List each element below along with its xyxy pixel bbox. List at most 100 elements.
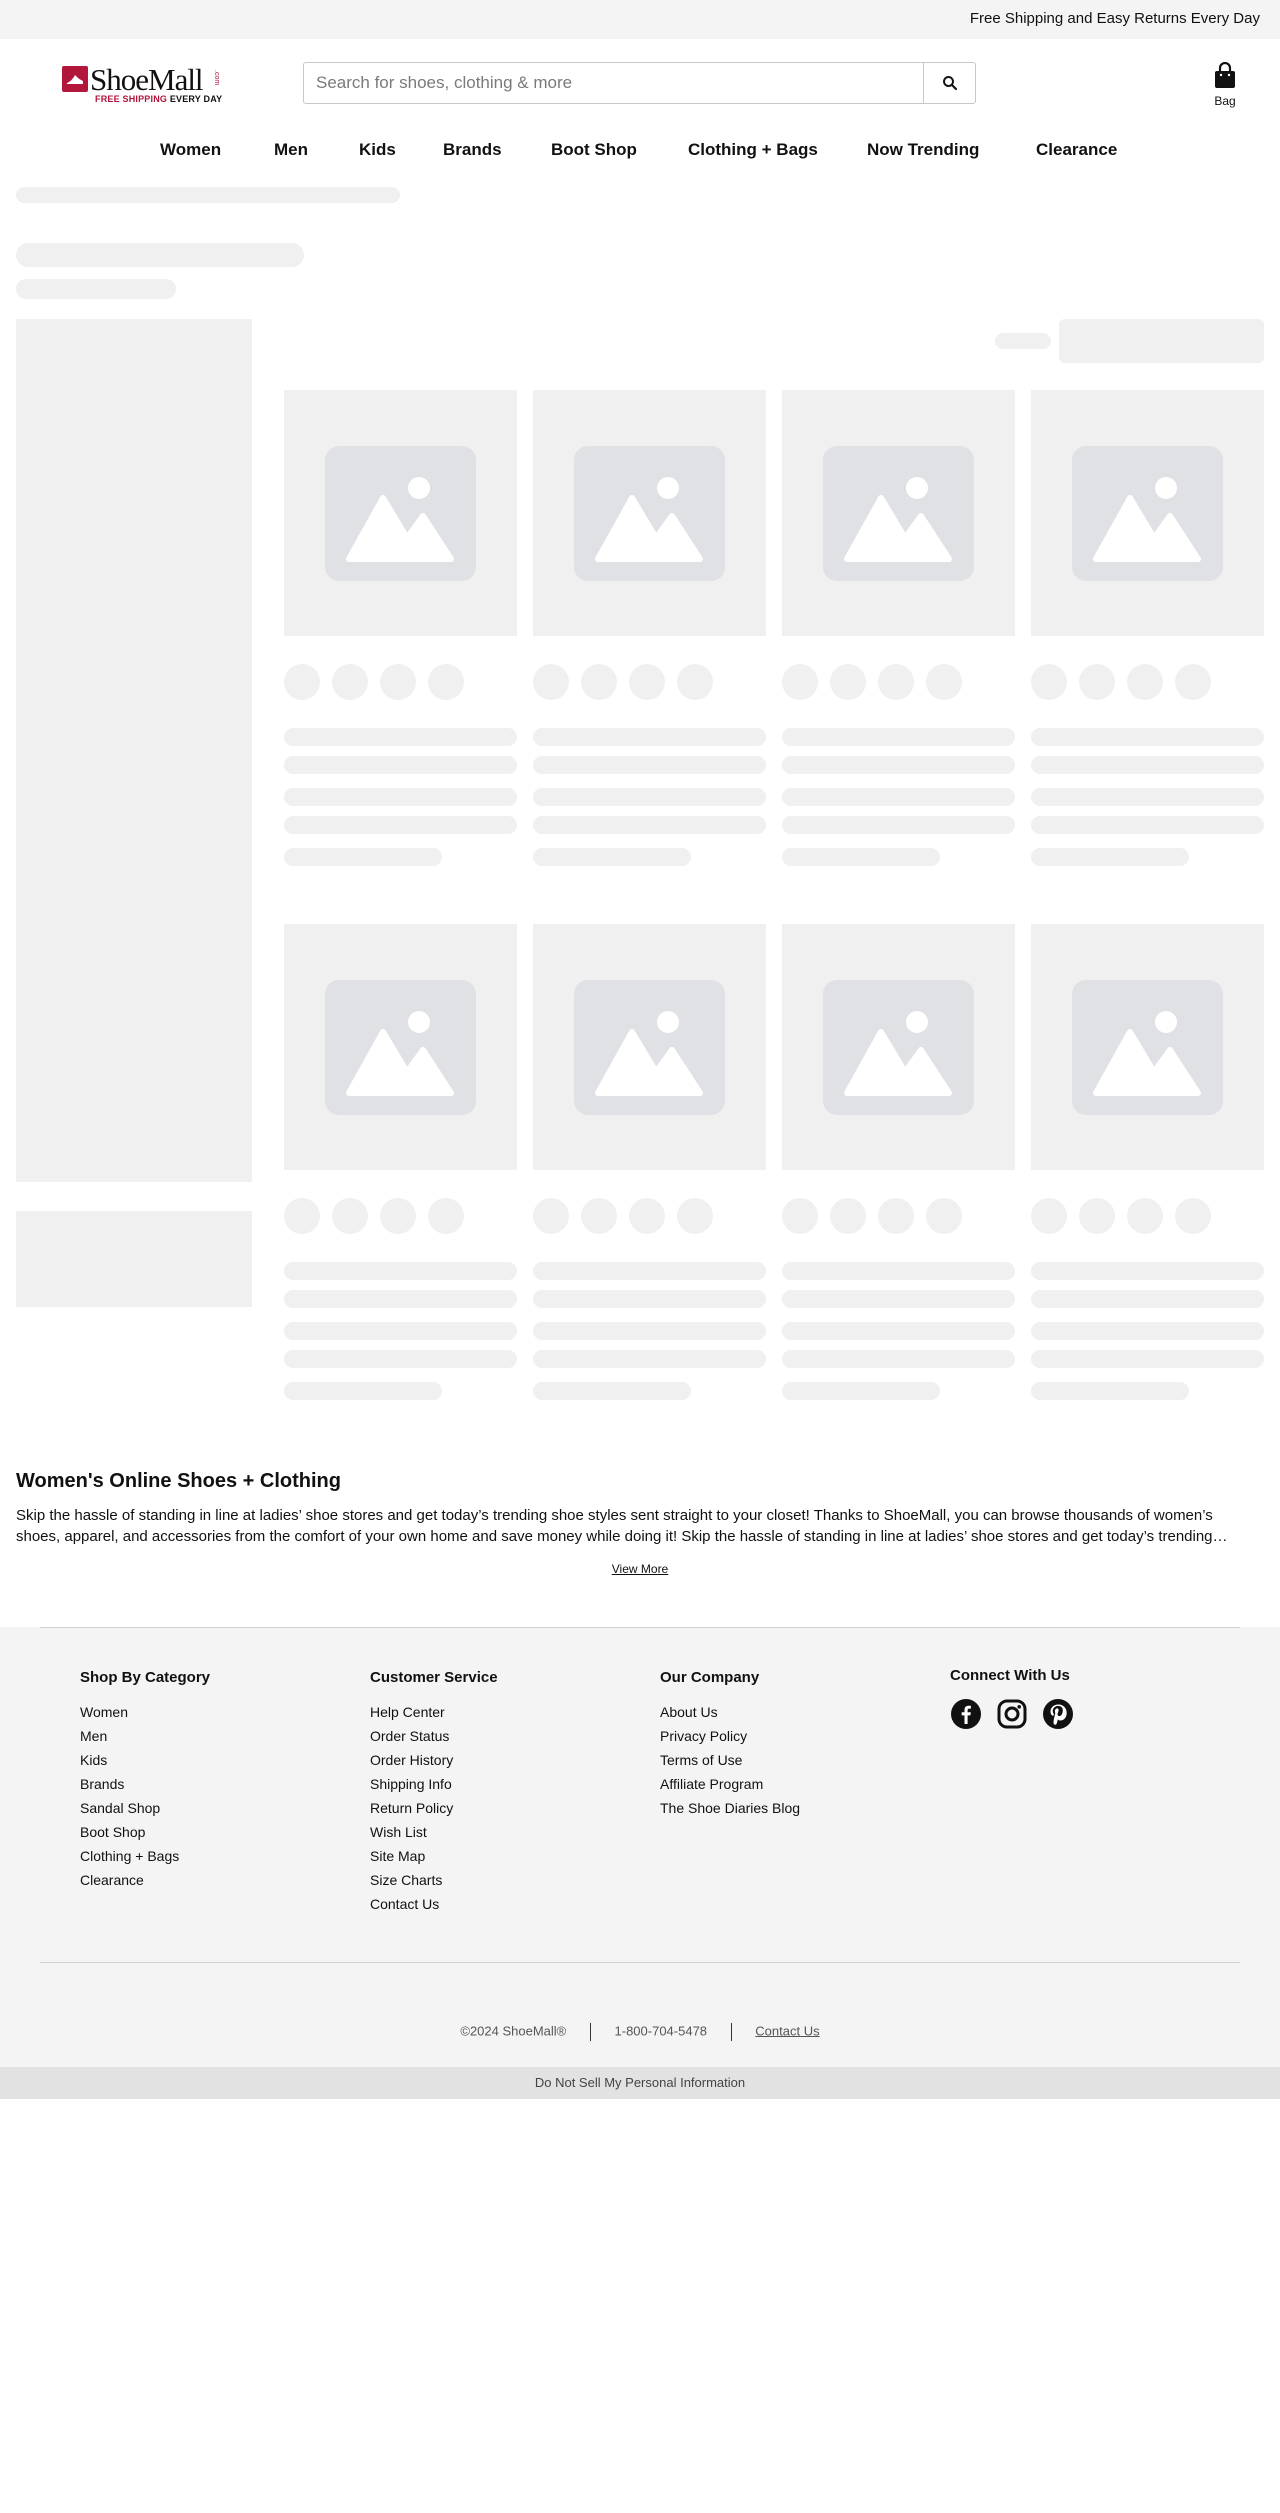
product-price-skeleton bbox=[284, 1322, 517, 1340]
product-title-skeleton bbox=[1031, 728, 1264, 746]
nav-men[interactable]: Men bbox=[274, 140, 308, 160]
footer-contact-us-link[interactable]: Contact Us bbox=[755, 2023, 819, 2038]
color-swatch-skeleton bbox=[581, 664, 617, 700]
color-swatch-skeleton bbox=[782, 664, 818, 700]
color-swatch-skeleton bbox=[284, 664, 320, 700]
product-meta-skeleton bbox=[782, 848, 940, 866]
filter-sidebar-skeleton bbox=[16, 319, 252, 1182]
color-swatch-skeleton bbox=[332, 1198, 368, 1234]
footer-link-clearance[interactable]: Clearance bbox=[80, 1872, 210, 1896]
product-rating-skeleton bbox=[1031, 1350, 1264, 1368]
footer-heading: Our Company bbox=[660, 1669, 760, 1686]
nav-clothing-bags[interactable]: Clothing + Bags bbox=[688, 140, 818, 160]
footer-link-size-charts[interactable]: Size Charts bbox=[370, 1872, 498, 1896]
nav-boot-shop[interactable]: Boot Shop bbox=[551, 140, 637, 160]
product-meta-skeleton bbox=[533, 1382, 691, 1400]
product-title-skeleton bbox=[1031, 1290, 1264, 1308]
product-meta-skeleton bbox=[782, 1382, 940, 1400]
footer-link-boot-shop[interactable]: Boot Shop bbox=[80, 1824, 210, 1848]
product-meta-skeleton bbox=[533, 848, 691, 866]
footer-link-kids[interactable]: Kids bbox=[80, 1752, 210, 1776]
nav-clearance[interactable]: Clearance bbox=[1036, 140, 1117, 160]
color-swatch-skeleton bbox=[677, 1198, 713, 1234]
color-swatch-skeleton bbox=[1079, 1198, 1115, 1234]
search-icon bbox=[942, 76, 957, 91]
footer-link-brands[interactable]: Brands bbox=[80, 1776, 210, 1800]
product-title-skeleton bbox=[533, 1262, 766, 1280]
nav-brands[interactable]: Brands bbox=[443, 140, 502, 160]
product-rating-skeleton bbox=[284, 1350, 517, 1368]
shoemall-logo[interactable]: ShoeMall .com FREE SHIPPING EVERY DAY bbox=[62, 64, 222, 106]
footer-link-sandal-shop[interactable]: Sandal Shop bbox=[80, 1800, 210, 1824]
sort-label-skeleton bbox=[995, 333, 1051, 349]
breadcrumb-skeleton bbox=[16, 187, 400, 203]
shopping-bag-icon bbox=[1215, 62, 1235, 88]
footer-link-shipping-info[interactable]: Shipping Info bbox=[370, 1776, 498, 1800]
search-bar bbox=[303, 62, 976, 104]
footer-link-order-history[interactable]: Order History bbox=[370, 1752, 498, 1776]
footer-link-site-map[interactable]: Site Map bbox=[370, 1848, 498, 1872]
footer-link-privacy-policy[interactable]: Privacy Policy bbox=[660, 1728, 800, 1752]
color-swatch-skeleton bbox=[581, 1198, 617, 1234]
footer-link-contact-us[interactable]: Contact Us bbox=[370, 1896, 498, 1920]
color-swatch-skeleton bbox=[533, 1198, 569, 1234]
pinterest-icon[interactable] bbox=[1042, 1698, 1074, 1730]
color-swatch-skeleton bbox=[533, 664, 569, 700]
nav-kids[interactable]: Kids bbox=[359, 140, 396, 160]
bag-button[interactable]: Bag bbox=[1208, 60, 1242, 110]
footer-link-shoe-diaries-blog[interactable]: The Shoe Diaries Blog bbox=[660, 1800, 800, 1824]
category-description-title: Women's Online Shoes + Clothing bbox=[16, 1470, 341, 1492]
color-swatch-skeleton bbox=[380, 664, 416, 700]
color-swatch-skeleton bbox=[926, 1198, 962, 1234]
footer-link-order-status[interactable]: Order Status bbox=[370, 1728, 498, 1752]
footer-link-clothing-bags[interactable]: Clothing + Bags bbox=[80, 1848, 210, 1872]
color-swatch-skeleton bbox=[830, 664, 866, 700]
color-swatch-skeleton bbox=[380, 1198, 416, 1234]
footer-legal: ©2024 ShoeMall® 1-800-704-5478 Contact U… bbox=[0, 2023, 1280, 2041]
count-skeleton bbox=[16, 279, 176, 299]
legal-separator bbox=[730, 2023, 732, 2041]
footer-heading: Connect With Us bbox=[950, 1667, 1070, 1684]
footer-link-return-policy[interactable]: Return Policy bbox=[370, 1800, 498, 1824]
nav-women[interactable]: Women bbox=[160, 140, 221, 160]
color-swatch-skeleton bbox=[1031, 664, 1067, 700]
view-more-link[interactable]: View More bbox=[612, 1562, 668, 1576]
footer-link-terms-of-use[interactable]: Terms of Use bbox=[660, 1752, 800, 1776]
facebook-icon[interactable] bbox=[950, 1698, 982, 1730]
product-title-skeleton bbox=[782, 756, 1015, 774]
instagram-icon[interactable] bbox=[996, 1698, 1028, 1730]
search-button[interactable] bbox=[923, 63, 975, 103]
product-rating-skeleton bbox=[533, 1350, 766, 1368]
color-swatch-skeleton bbox=[1079, 664, 1115, 700]
product-card-image-skeleton bbox=[1031, 924, 1264, 1170]
product-card-image-skeleton bbox=[533, 390, 766, 636]
do-not-sell-link[interactable]: Do Not Sell My Personal Information bbox=[0, 2067, 1280, 2099]
product-title-skeleton bbox=[782, 1262, 1015, 1280]
product-price-skeleton bbox=[782, 788, 1015, 806]
footer-link-about-us[interactable]: About Us bbox=[660, 1704, 800, 1728]
view-more-wrapper: View More bbox=[0, 1562, 1280, 1576]
product-card-image-skeleton bbox=[782, 924, 1015, 1170]
footer-link-men[interactable]: Men bbox=[80, 1728, 210, 1752]
product-title-skeleton bbox=[782, 1290, 1015, 1308]
product-title-skeleton bbox=[1031, 1262, 1264, 1280]
color-swatch-skeleton bbox=[782, 1198, 818, 1234]
product-meta-skeleton bbox=[1031, 848, 1189, 866]
product-rating-skeleton bbox=[782, 1350, 1015, 1368]
logo-tm: .com bbox=[213, 70, 220, 86]
nav-now-trending[interactable]: Now Trending bbox=[867, 140, 979, 160]
footer-link-wish-list[interactable]: Wish List bbox=[370, 1824, 498, 1848]
footer-link-help-center[interactable]: Help Center bbox=[370, 1704, 498, 1728]
product-price-skeleton bbox=[1031, 788, 1264, 806]
color-swatch-skeleton bbox=[677, 664, 713, 700]
footer-link-affiliate-program[interactable]: Affiliate Program bbox=[660, 1776, 800, 1800]
logo-wordmark: ShoeMall bbox=[90, 62, 204, 97]
copyright-text: ©2024 ShoeMall® bbox=[460, 2023, 567, 2039]
product-price-skeleton bbox=[782, 1322, 1015, 1340]
search-input[interactable] bbox=[304, 63, 924, 103]
product-title-skeleton bbox=[284, 756, 517, 774]
footer-link-women[interactable]: Women bbox=[80, 1704, 210, 1728]
product-rating-skeleton bbox=[533, 816, 766, 834]
category-description-text: Skip the hassle of standing in line at l… bbox=[16, 1507, 1213, 1545]
product-meta-skeleton bbox=[1031, 1382, 1189, 1400]
